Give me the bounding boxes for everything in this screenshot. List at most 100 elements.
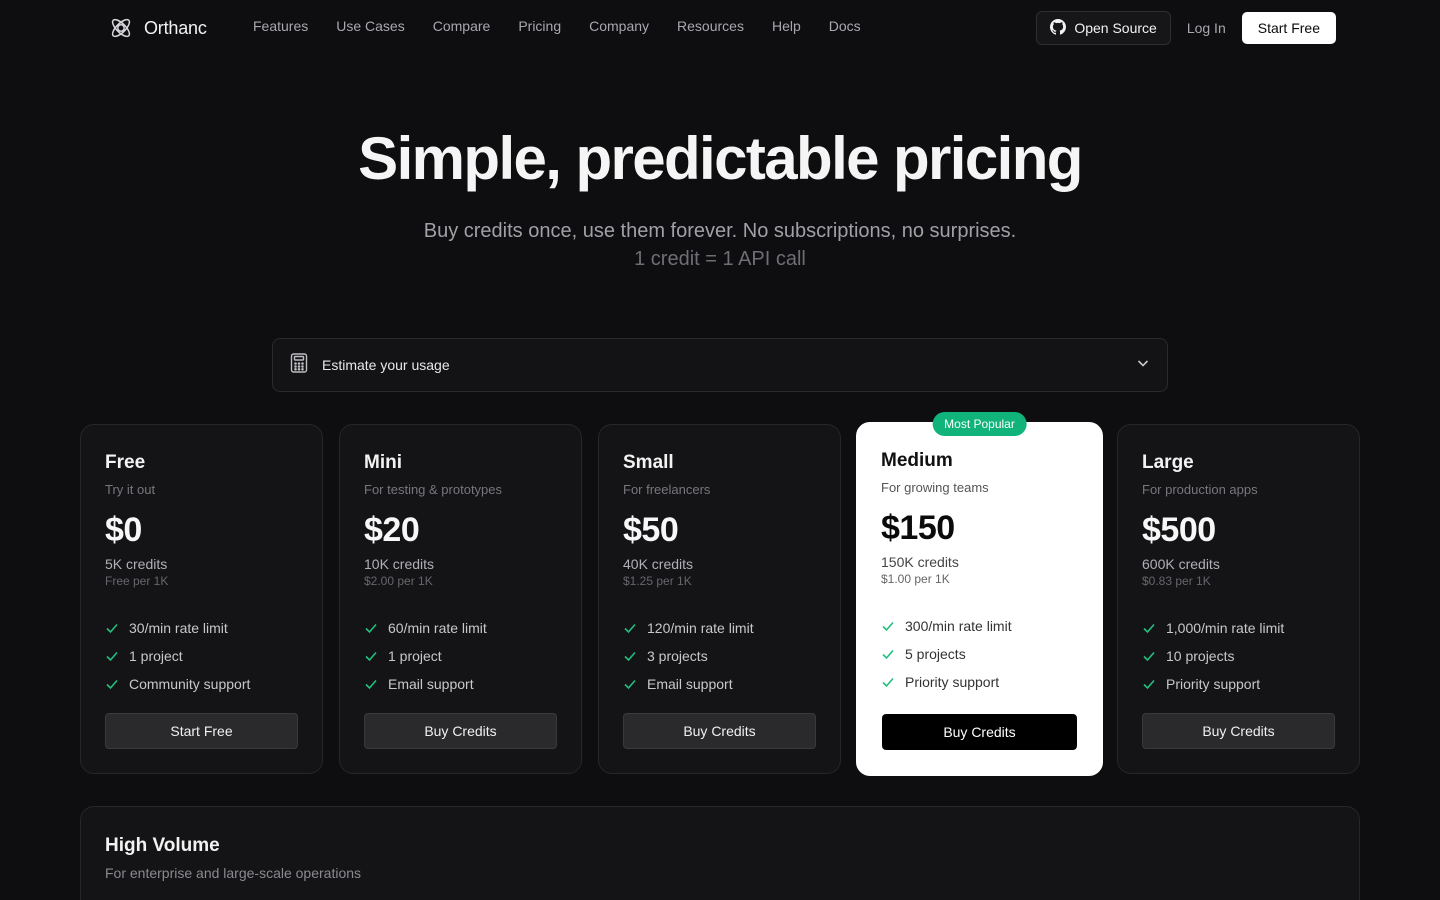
plan-features: 30/min rate limit 1 project Community su… bbox=[105, 614, 298, 698]
plan-price: $20 bbox=[364, 511, 420, 549]
buy-credits-button[interactable]: Buy Credits bbox=[882, 714, 1077, 750]
feature-item: 120/min rate limit bbox=[623, 614, 816, 642]
plan-card-small: Small For freelancers $50 40K credits $1… bbox=[598, 424, 841, 774]
high-volume-description: For enterprise and large-scale operation… bbox=[105, 865, 362, 881]
plan-card-free: Free Try it out $0 5K credits Free per 1… bbox=[80, 424, 323, 774]
check-icon bbox=[364, 621, 380, 635]
feature-item: 1 project bbox=[364, 642, 557, 670]
feature-label: 300/min rate limit bbox=[905, 618, 1012, 634]
plan-name: Free bbox=[105, 452, 146, 473]
start-free-plan-button[interactable]: Start Free bbox=[105, 713, 298, 749]
log-in-link[interactable]: Log In bbox=[1183, 20, 1230, 36]
feature-item: Priority support bbox=[1142, 670, 1335, 698]
plan-name: Small bbox=[623, 452, 674, 473]
plan-unit-price: Free per 1K bbox=[105, 574, 169, 588]
nav-link-docs[interactable]: Docs bbox=[829, 18, 861, 34]
plan-card-mini: Mini For testing & prototypes $20 10K cr… bbox=[339, 424, 582, 774]
feature-item: Email support bbox=[364, 670, 557, 698]
feature-item: Priority support bbox=[881, 668, 1078, 696]
plan-name: Mini bbox=[364, 452, 402, 473]
feature-item: 300/min rate limit bbox=[881, 612, 1078, 640]
plan-unit-price: $1.25 per 1K bbox=[623, 574, 692, 588]
feature-label: 60/min rate limit bbox=[388, 620, 487, 636]
plan-credits: 150K credits bbox=[881, 554, 959, 570]
feature-label: 5 projects bbox=[905, 646, 966, 662]
feature-label: Priority support bbox=[1166, 676, 1261, 692]
most-popular-badge: Most Popular bbox=[932, 412, 1027, 436]
check-icon bbox=[1142, 649, 1158, 663]
check-icon bbox=[364, 677, 380, 691]
plan-name: Large bbox=[1142, 452, 1194, 473]
plan-unit-price: $1.00 per 1K bbox=[881, 572, 950, 586]
check-icon bbox=[623, 621, 639, 635]
buy-credits-button[interactable]: Buy Credits bbox=[623, 713, 816, 749]
feature-item: 5 projects bbox=[881, 640, 1078, 668]
hero-subtitle: Buy credits once, use them forever. No s… bbox=[423, 220, 1017, 242]
plan-card-medium: Most Popular Medium For growing teams $1… bbox=[856, 412, 1103, 776]
feature-label: Email support bbox=[647, 676, 733, 692]
plan-features: 60/min rate limit 1 project Email suppor… bbox=[364, 614, 557, 698]
chevron-down-icon bbox=[1136, 356, 1150, 375]
check-icon bbox=[105, 649, 121, 663]
feature-label: 1 project bbox=[129, 648, 183, 664]
check-icon bbox=[881, 675, 897, 689]
plan-unit-price: $0.83 per 1K bbox=[1142, 574, 1211, 588]
check-icon bbox=[881, 647, 897, 661]
brand-name: Orthanc bbox=[144, 17, 207, 38]
plan-description: For production apps bbox=[1142, 482, 1258, 497]
check-icon bbox=[1142, 677, 1158, 691]
nav-actions: Open Source Log In Start Free bbox=[1036, 11, 1336, 45]
plan-features: 120/min rate limit 3 projects Email supp… bbox=[623, 614, 816, 698]
plan-unit-price: $2.00 per 1K bbox=[364, 574, 433, 588]
github-icon bbox=[1050, 18, 1067, 38]
plan-price: $0 bbox=[105, 511, 142, 549]
check-icon bbox=[623, 677, 639, 691]
brand-logo[interactable]: Orthanc bbox=[108, 15, 207, 41]
plan-description: For testing & prototypes bbox=[364, 482, 503, 497]
feature-label: Priority support bbox=[905, 674, 1000, 690]
nav-link-use-cases[interactable]: Use Cases bbox=[336, 18, 404, 34]
page-title: Simple, predictable pricing bbox=[358, 125, 1083, 192]
feature-label: 10 projects bbox=[1166, 648, 1235, 664]
nav-link-resources[interactable]: Resources bbox=[677, 18, 744, 34]
plan-credits: 5K credits bbox=[105, 556, 168, 572]
feature-item: 60/min rate limit bbox=[364, 614, 557, 642]
feature-label: 1 project bbox=[388, 648, 442, 664]
feature-item: 30/min rate limit bbox=[105, 614, 298, 642]
estimate-usage-toggle[interactable]: Estimate your usage bbox=[272, 338, 1168, 392]
plan-credits: 40K credits bbox=[623, 556, 694, 572]
plan-description: For freelancers bbox=[623, 482, 711, 497]
high-volume-title: High Volume bbox=[105, 835, 220, 856]
feature-item: 1,000/min rate limit bbox=[1142, 614, 1335, 642]
feature-label: Community support bbox=[129, 676, 251, 692]
open-source-button[interactable]: Open Source bbox=[1036, 11, 1171, 45]
feature-label: 3 projects bbox=[647, 648, 708, 664]
feature-label: 1,000/min rate limit bbox=[1166, 620, 1285, 636]
nav-link-company[interactable]: Company bbox=[589, 18, 649, 34]
nav-link-pricing[interactable]: Pricing bbox=[518, 18, 561, 34]
check-icon bbox=[881, 619, 897, 633]
buy-credits-button[interactable]: Buy Credits bbox=[1142, 713, 1335, 749]
top-nav: Orthanc Features Use Cases Compare Prici… bbox=[0, 0, 1440, 56]
plan-price: $50 bbox=[623, 511, 679, 549]
plan-credits: 10K credits bbox=[364, 556, 435, 572]
feature-item: 1 project bbox=[105, 642, 298, 670]
check-icon bbox=[105, 677, 121, 691]
estimate-usage-label: Estimate your usage bbox=[322, 357, 450, 373]
hero-credit-note: 1 credit = 1 API call bbox=[634, 248, 806, 270]
buy-credits-button[interactable]: Buy Credits bbox=[364, 713, 557, 749]
nav-link-features[interactable]: Features bbox=[253, 18, 308, 34]
start-free-button[interactable]: Start Free bbox=[1241, 12, 1336, 44]
open-source-label: Open Source bbox=[1074, 20, 1157, 36]
feature-label: Email support bbox=[388, 676, 474, 692]
plan-price: $500 bbox=[1142, 511, 1216, 549]
nav-link-compare[interactable]: Compare bbox=[433, 18, 491, 34]
nav-links: Features Use Cases Compare Pricing Compa… bbox=[253, 18, 889, 34]
feature-item: Community support bbox=[105, 670, 298, 698]
plan-credits: 600K credits bbox=[1142, 556, 1220, 572]
check-icon bbox=[105, 621, 121, 635]
nav-link-help[interactable]: Help bbox=[772, 18, 801, 34]
plan-features: 300/min rate limit 5 projects Priority s… bbox=[881, 612, 1078, 696]
feature-item: 3 projects bbox=[623, 642, 816, 670]
feature-item: 10 projects bbox=[1142, 642, 1335, 670]
